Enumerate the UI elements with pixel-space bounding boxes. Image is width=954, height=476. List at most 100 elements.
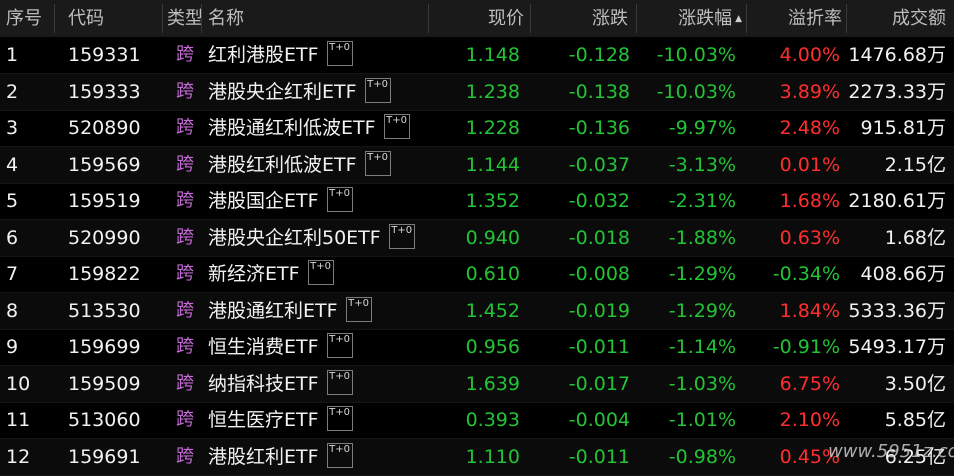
col-change-header[interactable]: 涨跌 <box>530 0 628 37</box>
column-divider[interactable] <box>201 4 202 33</box>
sort-asc-icon[interactable]: ▲ <box>735 14 742 24</box>
row-code: 159519 <box>68 190 141 212</box>
column-divider[interactable] <box>162 4 163 33</box>
row-seq: 9 <box>6 336 19 358</box>
row-change: -0.011 <box>568 445 630 468</box>
row-price: 0.393 <box>465 409 520 431</box>
row-name[interactable]: 恒生消费ETF <box>208 329 319 365</box>
row-seq: 3 <box>6 117 19 139</box>
row-seq: 4 <box>6 153 19 176</box>
row-seq: 2 <box>6 80 19 103</box>
row-price: 0.956 <box>465 336 520 358</box>
row-change: -0.011 <box>568 336 630 358</box>
table-row[interactable]: 6 520990 跨港股央企红利50ETF T+0 0.940 -0.018 -1.88% 0… <box>0 219 954 257</box>
table-row[interactable]: 2 159333 跨港股央企红利ETF T+0 1.238 -0.138 -10.03% 3.… <box>0 73 954 111</box>
row-change: -0.032 <box>568 190 630 212</box>
row-price: 1.228 <box>465 117 520 139</box>
col-name-header[interactable]: 名称 <box>208 0 244 37</box>
row-price: 1.148 <box>465 44 520 66</box>
row-premium: 2.48% <box>779 117 840 139</box>
row-price: 1.452 <box>465 299 520 322</box>
row-volume: 5493.17万 <box>848 336 946 358</box>
row-name[interactable]: 港股央企红利ETF <box>208 74 357 110</box>
row-change: -0.019 <box>568 299 630 322</box>
row-change: -0.008 <box>568 263 630 285</box>
row-name[interactable]: 港股通红利低波ETF <box>208 110 376 146</box>
table-row[interactable]: 11 513060 跨恒生医疗ETF T+0 0.393 -0.004 -1.01% 2.10… <box>0 402 954 439</box>
row-premium: -0.34% <box>772 263 840 285</box>
row-change-pct: -1.29% <box>668 263 736 285</box>
row-volume: 5333.36万 <box>848 299 946 322</box>
row-name[interactable]: 港股国企ETF <box>208 183 319 219</box>
row-change: -0.017 <box>568 372 630 395</box>
row-change: -0.128 <box>568 44 630 66</box>
row-seq: 7 <box>6 263 19 285</box>
row-name[interactable]: 红利港股ETF <box>208 37 319 73</box>
col-change-pct-header[interactable]: 涨跌幅 ▲ <box>636 0 742 37</box>
table-row[interactable]: 5 159519 跨港股国企ETF T+0 1.352 -0.032 -2.31% 1.68%… <box>0 183 954 220</box>
t0-badge: T+0 <box>364 150 391 176</box>
col-code-header[interactable]: 代码 <box>68 0 104 37</box>
row-price: 0.940 <box>465 226 520 249</box>
row-code: 520990 <box>68 226 141 249</box>
t0-badge: T+0 <box>326 442 353 468</box>
t0-badge: T+0 <box>307 260 334 285</box>
col-seq-header[interactable]: 序号 <box>6 0 42 37</box>
column-divider[interactable] <box>54 4 55 33</box>
row-change: -0.138 <box>568 80 630 103</box>
row-name[interactable]: 纳指科技ETF <box>208 366 319 402</box>
table-row[interactable]: 3 520890 跨港股通红利低波ETF T+0 1.228 -0.136 -9.97% 2.… <box>0 110 954 147</box>
watermark: www.5951z.com <box>828 441 954 462</box>
col-price-header[interactable]: 现价 <box>428 0 524 37</box>
row-volume: 2273.33万 <box>848 80 946 103</box>
table-row[interactable]: 4 159569 跨港股红利低波ETF T+0 1.144 -0.037 -3.13% 0.0… <box>0 146 954 184</box>
cross-market-tag: 跨 <box>176 445 194 467</box>
row-volume: 2.15亿 <box>884 153 946 176</box>
row-volume: 1.68亿 <box>884 226 946 249</box>
row-price: 1.238 <box>465 80 520 103</box>
table-row[interactable]: 10 159509 跨纳指科技ETF T+0 1.639 -0.017 -1.03% 6.75… <box>0 365 954 403</box>
row-name[interactable]: 港股红利低波ETF <box>208 147 357 183</box>
row-seq: 1 <box>6 44 19 66</box>
row-code: 513060 <box>68 409 141 431</box>
row-premium: 0.63% <box>779 226 840 249</box>
row-seq: 12 <box>6 445 31 468</box>
row-code: 520890 <box>68 117 141 139</box>
row-volume: 2180.61万 <box>848 190 946 212</box>
row-change-pct: -3.13% <box>668 153 736 176</box>
row-name[interactable]: 港股央企红利50ETF <box>208 220 381 256</box>
cross-market-tag: 跨 <box>176 299 194 321</box>
table-row[interactable]: 12 159691 跨港股红利ETF T+0 1.110 -0.011 -0.98% 0.45… <box>0 438 954 476</box>
row-seq: 6 <box>6 226 19 249</box>
row-price: 1.352 <box>465 190 520 212</box>
row-code: 159822 <box>68 263 141 285</box>
row-name[interactable]: 港股红利ETF <box>208 439 319 475</box>
col-type-header[interactable]: 类型 <box>167 0 201 37</box>
col-premium-header[interactable]: 溢折率 <box>746 0 842 37</box>
cross-market-tag: 跨 <box>176 336 194 357</box>
table-row[interactable]: 8 513530 跨港股通红利ETF T+0 1.452 -0.019 -1.29% 1.84… <box>0 292 954 330</box>
t0-badge: T+0 <box>326 187 353 212</box>
row-premium: -0.91% <box>772 336 840 358</box>
table-row[interactable]: 1 159331 跨红利港股ETF T+0 1.148 -0.128 -10.03% 4.00… <box>0 37 954 74</box>
row-name[interactable]: 新经济ETF <box>208 256 300 292</box>
cross-market-tag: 跨 <box>176 190 194 211</box>
t0-badge: T+0 <box>383 114 410 139</box>
table-row[interactable]: 9 159699 跨恒生消费ETF T+0 0.956 -0.011 -1.14% -0.91… <box>0 329 954 366</box>
col-volume-header[interactable]: 成交额 <box>846 0 946 37</box>
row-volume: 915.81万 <box>860 117 946 139</box>
table-header: 序号 代码 类型 名称 现价 涨跌 涨跌幅 ▲ 溢折率 成交额 <box>0 0 954 37</box>
cross-market-tag: 跨 <box>176 409 194 430</box>
row-premium: 4.00% <box>779 44 840 66</box>
row-name[interactable]: 恒生医疗ETF <box>208 402 319 438</box>
row-volume: 3.50亿 <box>884 372 946 395</box>
row-change: -0.037 <box>568 153 630 176</box>
row-change: -0.004 <box>568 409 630 431</box>
row-code: 159509 <box>68 372 141 395</box>
table-row[interactable]: 7 159822 跨新经济ETF T+0 0.610 -0.008 -1.29% -0.34%… <box>0 256 954 293</box>
row-premium: 3.89% <box>779 80 840 103</box>
row-seq: 5 <box>6 190 19 212</box>
cross-market-tag: 跨 <box>176 372 194 394</box>
row-name[interactable]: 港股通红利ETF <box>208 293 338 329</box>
cross-market-tag: 跨 <box>176 80 194 102</box>
